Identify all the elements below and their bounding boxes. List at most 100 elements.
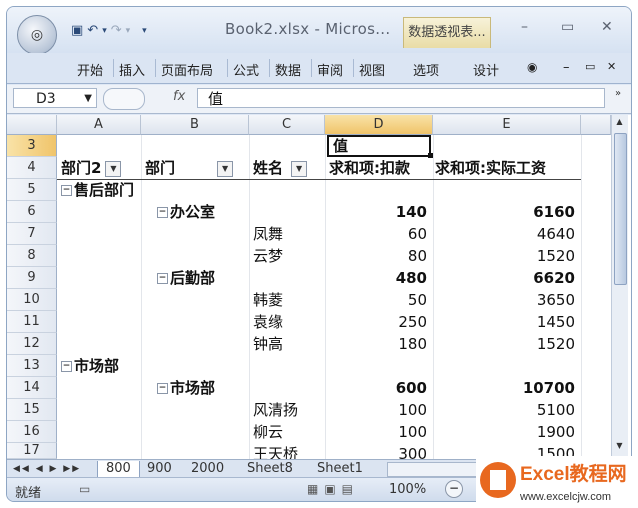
value-cell[interactable]: 180: [325, 333, 433, 355]
help-icon[interactable]: ◉: [527, 60, 537, 74]
sheet-tab-800[interactable]: 800: [97, 461, 140, 478]
value-cell[interactable]: 100: [325, 399, 433, 421]
value-cell[interactable]: 5100: [433, 399, 581, 421]
value-cell[interactable]: 600: [325, 377, 433, 399]
row-header[interactable]: 13: [7, 355, 57, 377]
value-cell[interactable]: 300: [325, 443, 433, 459]
name-cell[interactable]: 凤舞: [253, 223, 325, 245]
undo-dropdown-icon[interactable]: ▾: [102, 26, 107, 36]
column-header-c[interactable]: C: [249, 115, 325, 135]
collapse-icon[interactable]: −: [61, 361, 72, 372]
sheet-nav-arrows-icon[interactable]: ◀◀ ◀ ▶ ▶▶: [13, 461, 81, 477]
tab-design[interactable]: 设计: [473, 60, 499, 79]
select-all-corner[interactable]: [7, 115, 57, 135]
expand-formula-bar-icon[interactable]: »: [611, 88, 625, 108]
ribbon-close-icon[interactable]: ✕: [607, 60, 616, 73]
redo-dropdown-icon[interactable]: ▾: [126, 26, 131, 36]
sheet-tab-sheet1[interactable]: Sheet1: [317, 461, 363, 477]
value-cell[interactable]: 60: [325, 223, 433, 245]
restore-button[interactable]: ▭: [561, 19, 574, 35]
tab-review[interactable]: 审阅: [317, 60, 343, 79]
value-cell[interactable]: 80: [325, 245, 433, 267]
name-cell[interactable]: 云梦: [253, 245, 325, 267]
worksheet-grid[interactable]: A B C D E 3 值 4 部门2 ▼ 部门 ▼ 姓名 ▼ 求和项:扣款 求和项:…: [7, 115, 631, 459]
name-cell[interactable]: 钟高: [253, 333, 325, 355]
value-cell[interactable]: 6620: [433, 267, 581, 289]
row-header[interactable]: 11: [7, 311, 57, 333]
undo-icon[interactable]: ↶: [87, 23, 98, 38]
value-cell[interactable]: 10700: [433, 377, 581, 399]
collapse-icon[interactable]: −: [157, 383, 168, 394]
tab-insert[interactable]: 插入: [119, 60, 145, 79]
office-button[interactable]: ◎: [17, 15, 57, 55]
row-header[interactable]: 15: [7, 399, 57, 421]
name-cell[interactable]: 袁缘: [253, 311, 325, 333]
value-field-header[interactable]: 求和项:扣款: [327, 157, 433, 179]
scrollbar-thumb[interactable]: [614, 133, 627, 285]
row-header[interactable]: 10: [7, 289, 57, 311]
value-cell[interactable]: 6160: [433, 201, 581, 223]
filter-dropdown-icon[interactable]: ▼: [291, 160, 308, 177]
row-header[interactable]: 17: [7, 443, 57, 459]
value-cell[interactable]: 1520: [433, 245, 581, 267]
customize-qat-icon[interactable]: ▾: [142, 26, 147, 36]
name-cell[interactable]: 王天桥: [253, 443, 325, 459]
scroll-down-icon[interactable]: ▼: [614, 441, 625, 455]
tab-data[interactable]: 数据: [275, 60, 301, 79]
sheet-tab-2000[interactable]: 2000: [191, 461, 224, 477]
collapse-icon[interactable]: −: [157, 273, 168, 284]
sheet-tab-sheet8[interactable]: Sheet8: [247, 461, 293, 477]
column-header-b[interactable]: B: [141, 115, 249, 135]
value-cell[interactable]: 140: [325, 201, 433, 223]
row-header[interactable]: 16: [7, 421, 57, 443]
chevron-down-icon[interactable]: ▼: [84, 89, 92, 109]
row-header[interactable]: 4: [7, 157, 57, 179]
vertical-scrollbar[interactable]: ▲ ▼: [611, 115, 628, 459]
view-buttons-icon[interactable]: ▦▣▤: [307, 482, 359, 496]
row-header[interactable]: 8: [7, 245, 57, 267]
collapse-icon[interactable]: −: [61, 185, 72, 196]
insert-function-icon[interactable]: fx: [173, 89, 185, 104]
column-header-a[interactable]: A: [57, 115, 141, 135]
name-cell[interactable]: 风清扬: [253, 399, 325, 421]
column-header-f[interactable]: [581, 115, 611, 135]
ribbon-minimize-icon[interactable]: –: [563, 60, 570, 75]
name-cell[interactable]: 韩菱: [253, 289, 325, 311]
filter-dropdown-icon[interactable]: ▼: [217, 160, 234, 177]
save-icon[interactable]: ▣: [71, 23, 83, 38]
zoom-out-button[interactable]: −: [445, 480, 463, 498]
macro-record-icon[interactable]: ▭: [79, 482, 90, 496]
column-header-e[interactable]: E: [433, 115, 581, 135]
value-cell[interactable]: 50: [325, 289, 433, 311]
zoom-level[interactable]: 100%: [389, 482, 426, 497]
tab-page-layout[interactable]: 页面布局: [161, 60, 213, 79]
column-header-d[interactable]: D: [325, 115, 433, 135]
tab-view[interactable]: 视图: [359, 60, 385, 79]
tab-home[interactable]: 开始: [77, 60, 103, 79]
row-header[interactable]: 7: [7, 223, 57, 245]
row-header[interactable]: 12: [7, 333, 57, 355]
formula-cancel-enter-buttons[interactable]: [103, 88, 145, 110]
name-box[interactable]: D3 ▼: [13, 88, 97, 108]
value-cell[interactable]: 4640: [433, 223, 581, 245]
row-header[interactable]: 6: [7, 201, 57, 223]
value-cell[interactable]: 100: [325, 421, 433, 443]
tab-options[interactable]: 选项: [413, 60, 439, 79]
minimize-button[interactable]: –: [521, 19, 528, 35]
value-cell[interactable]: 1450: [433, 311, 581, 333]
scroll-up-icon[interactable]: ▲: [614, 117, 625, 131]
value-cell[interactable]: 3650: [433, 289, 581, 311]
collapse-icon[interactable]: −: [157, 207, 168, 218]
row-header[interactable]: 14: [7, 377, 57, 399]
ribbon-restore-icon[interactable]: ▭: [585, 60, 595, 73]
formula-input[interactable]: 值: [197, 88, 605, 108]
value-cell[interactable]: 480: [325, 267, 433, 289]
close-button[interactable]: ✕: [601, 19, 613, 35]
value-cell[interactable]: 1520: [433, 333, 581, 355]
active-cell-d3[interactable]: 值: [327, 135, 431, 157]
tab-formulas[interactable]: 公式: [233, 60, 259, 79]
name-cell[interactable]: 柳云: [253, 421, 325, 443]
filter-dropdown-icon[interactable]: ▼: [105, 160, 122, 177]
sheet-tab-900[interactable]: 900: [147, 461, 172, 477]
row-header[interactable]: 5: [7, 179, 57, 201]
